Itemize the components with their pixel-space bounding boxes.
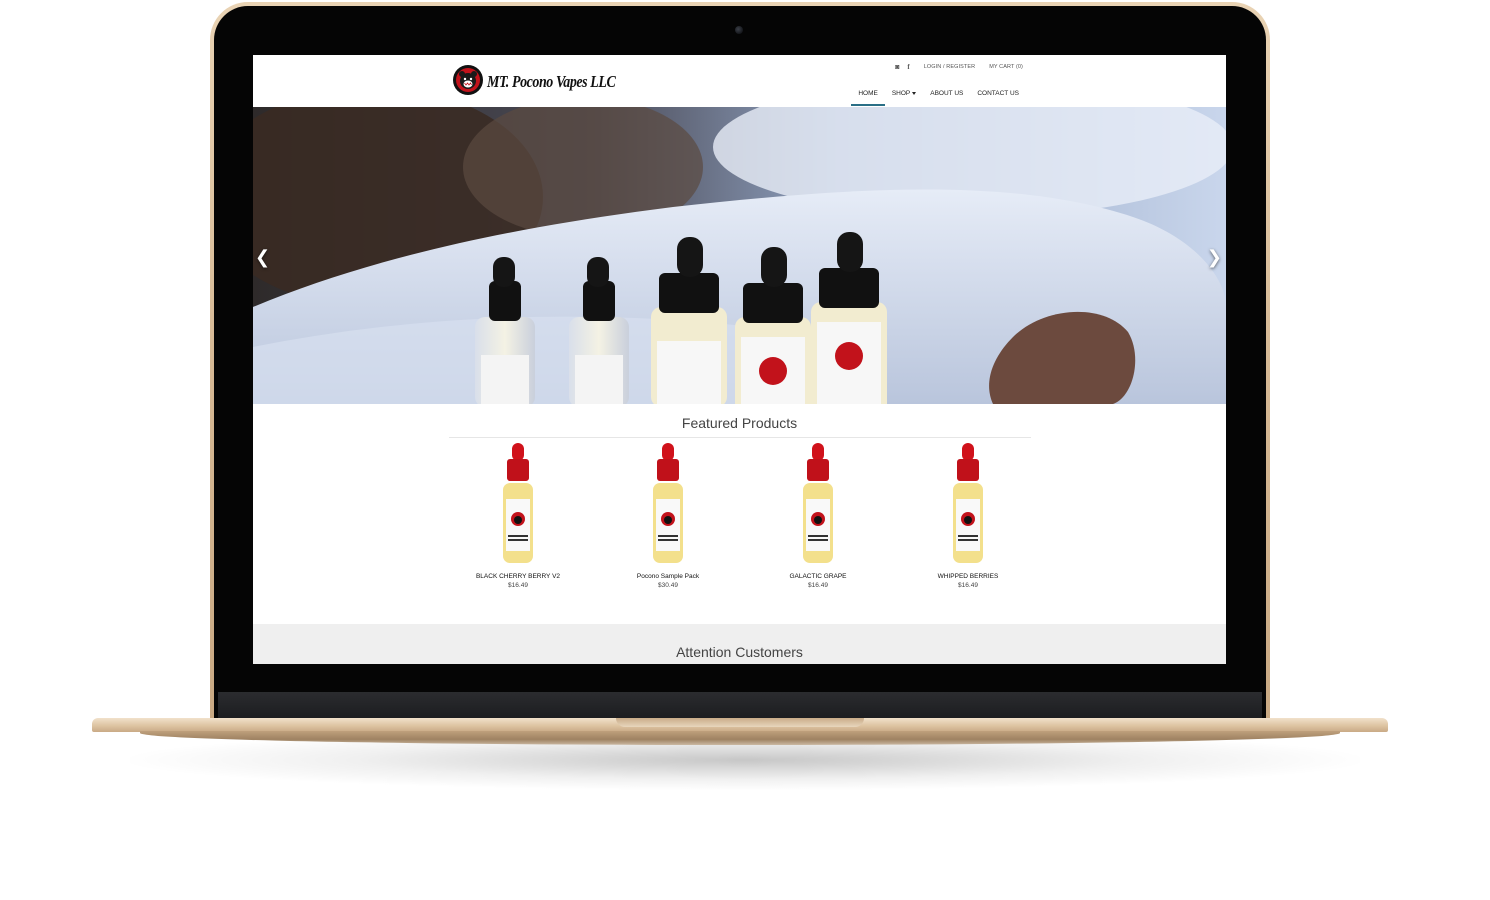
hero-carousel[interactable]: ❮ ❯: [253, 107, 1226, 404]
nav-shop[interactable]: SHOP: [885, 85, 923, 106]
carousel-next-icon[interactable]: ❯: [1207, 247, 1222, 268]
product-card[interactable]: WHIPPED BERRIES $16.49: [893, 443, 1043, 589]
product-name[interactable]: WHIPPED BERRIES: [893, 573, 1043, 580]
website-screen: MT. Pocono Vapes LLC ◙ f LOGIN / REGISTE…: [253, 55, 1226, 664]
product-name[interactable]: Pocono Sample Pack: [593, 573, 743, 580]
nav-about-us[interactable]: ABOUT US: [923, 85, 970, 106]
product-name[interactable]: GALACTIC GRAPE: [743, 573, 893, 580]
featured-products-heading: Featured Products: [681, 415, 798, 431]
product-image[interactable]: [793, 443, 843, 569]
product-name[interactable]: BLACK CHERRY BERRY V2: [443, 573, 593, 580]
featured-products-list: BLACK CHERRY BERRY V2 $16.49 Pocono Samp…: [443, 443, 1043, 613]
product-card[interactable]: GALACTIC GRAPE $16.49: [743, 443, 893, 589]
nav-contact-us[interactable]: CONTACT US: [970, 85, 1026, 106]
facebook-icon[interactable]: f: [907, 63, 909, 71]
hero-image: [253, 107, 1226, 404]
product-card[interactable]: BLACK CHERRY BERRY V2 $16.49: [443, 443, 593, 589]
instagram-icon[interactable]: ◙: [895, 64, 899, 71]
attention-section: Attention Customers: [253, 624, 1226, 664]
login-register-link[interactable]: LOGIN / REGISTER: [924, 64, 975, 70]
bear-logo-icon[interactable]: [453, 65, 483, 95]
product-price: $16.49: [958, 582, 978, 589]
nav-shop-label: SHOP: [891, 90, 911, 97]
nav-home-label: HOME: [858, 90, 878, 97]
lid-notch: [616, 718, 864, 727]
featured-divider: [449, 437, 1031, 438]
top-utility-bar: ◙ f LOGIN / REGISTER MY CART (0): [895, 63, 1023, 71]
nav-about-label: ABOUT US: [930, 90, 964, 97]
product-price: $30.49: [658, 582, 678, 589]
caret-down-icon: [912, 91, 917, 95]
webcam-icon: [735, 26, 743, 34]
product-card[interactable]: Pocono Sample Pack $30.49: [593, 443, 743, 589]
my-cart-link[interactable]: MY CART (0): [989, 64, 1023, 70]
nav-home[interactable]: HOME: [851, 85, 885, 106]
carousel-prev-icon[interactable]: ❮: [255, 247, 270, 268]
attention-heading: Attention Customers: [676, 644, 803, 660]
site-header: MT. Pocono Vapes LLC ◙ f LOGIN / REGISTE…: [253, 55, 1226, 107]
screen-chin: [218, 692, 1262, 718]
product-image[interactable]: [493, 443, 543, 569]
product-price: $16.49: [808, 582, 828, 589]
main-nav: HOME SHOP ABOUT US CONTACT US: [851, 85, 1026, 106]
product-image[interactable]: [643, 443, 693, 569]
product-price: $16.49: [508, 582, 528, 589]
nav-contact-label: CONTACT US: [977, 90, 1019, 97]
product-image[interactable]: [943, 443, 993, 569]
site-logo-text[interactable]: MT. Pocono Vapes LLC: [487, 72, 616, 92]
